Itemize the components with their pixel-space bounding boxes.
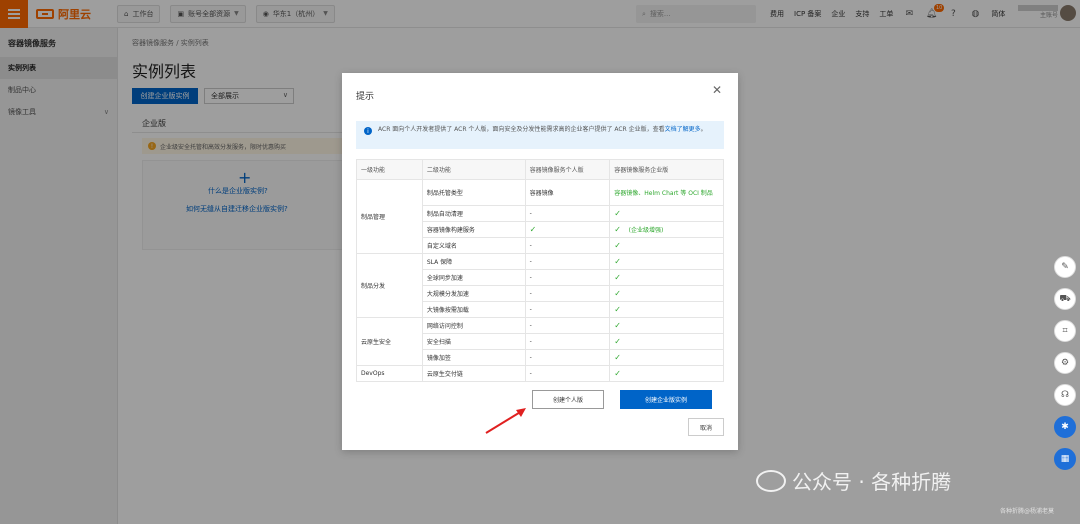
personal-cell: -: [524, 365, 611, 382]
personal-cell: -: [524, 285, 611, 302]
create-enterprise-instance-dialog-button[interactable]: 创建企业版实例: [620, 390, 712, 409]
check-icon: ✓: [614, 321, 621, 330]
check-icon: ✓: [614, 289, 621, 298]
feature-cell: 大规模分发加速: [421, 285, 526, 302]
annotation-arrow-icon: [485, 408, 526, 434]
enterprise-note: (企业级增强): [628, 227, 664, 234]
check-icon: ✓: [614, 337, 621, 346]
personal-cell: -: [524, 269, 611, 286]
enterprise-cell: ✓: [609, 253, 724, 270]
check-icon: ✓: [614, 257, 621, 266]
watermark: 公众号 · 各种折腾: [756, 466, 951, 495]
enterprise-cell: 容器镜像、Helm Chart 等 OCI 制品: [609, 179, 724, 206]
check-icon: ✓: [614, 353, 621, 362]
dialog-title: 提示: [356, 92, 375, 102]
personal-cell: -: [524, 333, 611, 350]
feature-cell: 自定义域名: [421, 237, 526, 254]
column-header: 二级功能: [421, 159, 526, 180]
feature-cell: 镜像加签: [421, 349, 526, 366]
column-header: 容器镜像服务个人版: [524, 159, 611, 180]
enterprise-cell: ✓: [609, 333, 724, 350]
table-row: 制品管理 制品托管类型 容器镜像 容器镜像、Helm Chart 等 OCI 制…: [356, 179, 724, 254]
check-icon: ✓: [529, 225, 537, 234]
table-row: DevOps 云原生交付链 - ✓: [356, 365, 724, 382]
apps-grid-icon[interactable]: ▦: [1054, 448, 1076, 470]
create-personal-edition-button[interactable]: 创建个人版: [532, 390, 604, 409]
group-cell: DevOps: [356, 365, 423, 382]
table-row: 制品分发 SLA 保障 - ✓: [356, 253, 724, 318]
headset-icon[interactable]: ☊: [1054, 384, 1076, 406]
enterprise-cell: ✓: [609, 237, 724, 254]
enterprise-cell: ✓ (企业级增强): [609, 221, 724, 238]
enterprise-cell: ✓: [609, 317, 724, 334]
right-floating-tools: ✎ ⛟ ⌗ ⚙ ☊ ✱ ▦: [1054, 256, 1076, 480]
table-row: 云原生安全 网络访问控制 - ✓: [356, 317, 724, 366]
info-notice: i ACR 面向个人开发者提供了 ACR 个人版，面向安全及分发性能需求高的企业…: [356, 121, 724, 149]
group-cell: 制品管理: [356, 179, 423, 254]
feature-cell: 安全扫描: [421, 333, 526, 350]
feature-cell: 大镜像按需加载: [421, 301, 526, 318]
feature-cell: 制品托管类型: [421, 179, 526, 206]
enterprise-cell: ✓: [609, 301, 724, 318]
group-cell: 制品分发: [356, 253, 423, 318]
group-cell: 云原生安全: [356, 317, 423, 366]
personal-cell: -: [524, 253, 611, 270]
edition-comparison-table: 一级功能 二级功能 容器镜像服务个人版 容器镜像服务企业版 制品管理 制品托管类…: [356, 159, 724, 382]
column-header: 一级功能: [356, 159, 423, 180]
enterprise-cell: ✓: [609, 349, 724, 366]
docs-link[interactable]: 文档了解更多: [665, 126, 701, 133]
check-icon: ✓: [614, 305, 621, 314]
feature-cell: 云原生交付链: [421, 365, 526, 382]
cancel-button[interactable]: 取消: [688, 418, 724, 436]
check-icon: ✓: [614, 241, 621, 250]
column-header: 容器镜像服务企业版: [609, 159, 724, 180]
assistant-icon[interactable]: ✱: [1054, 416, 1076, 438]
cart-icon[interactable]: ⛟: [1054, 288, 1076, 310]
watermark-caption: 各种折腾@杨浦老莫: [1000, 508, 1055, 515]
personal-cell: -: [524, 205, 611, 222]
feature-cell: SLA 保障: [421, 253, 526, 270]
personal-cell: -: [524, 237, 611, 254]
feature-cell: 制品自动清理: [421, 205, 526, 222]
check-icon: ✓: [614, 225, 621, 234]
personal-cell: -: [524, 349, 611, 366]
enterprise-cell: ✓: [609, 269, 724, 286]
check-icon: ✓: [614, 209, 621, 218]
personal-cell: 容器镜像: [524, 179, 611, 206]
feature-cell: 网络访问控制: [421, 317, 526, 334]
info-icon: i: [364, 127, 372, 135]
tips-dialog: 提示 ✕ i ACR 面向个人开发者提供了 ACR 个人版，面向安全及分发性能需…: [342, 73, 738, 450]
personal-cell: ✓: [524, 221, 611, 238]
personal-cell: -: [524, 301, 611, 318]
table-header-row: 一级功能 二级功能 容器镜像服务个人版 容器镜像服务企业版: [356, 159, 724, 180]
settings-icon[interactable]: ⚙: [1054, 352, 1076, 374]
feature-cell: 全球同步加速: [421, 269, 526, 286]
code-icon[interactable]: ⌗: [1054, 320, 1076, 342]
enterprise-cell: ✓: [609, 365, 724, 382]
enterprise-cell: ✓: [609, 205, 724, 222]
check-icon: ✓: [614, 369, 621, 378]
personal-cell: -: [524, 317, 611, 334]
check-icon: ✓: [614, 273, 621, 282]
edit-icon[interactable]: ✎: [1054, 256, 1076, 278]
enterprise-cell: ✓: [609, 285, 724, 302]
close-icon[interactable]: ✕: [712, 83, 722, 97]
feature-cell: 容器镜像构建服务: [421, 221, 526, 238]
wechat-icon: [756, 469, 786, 492]
